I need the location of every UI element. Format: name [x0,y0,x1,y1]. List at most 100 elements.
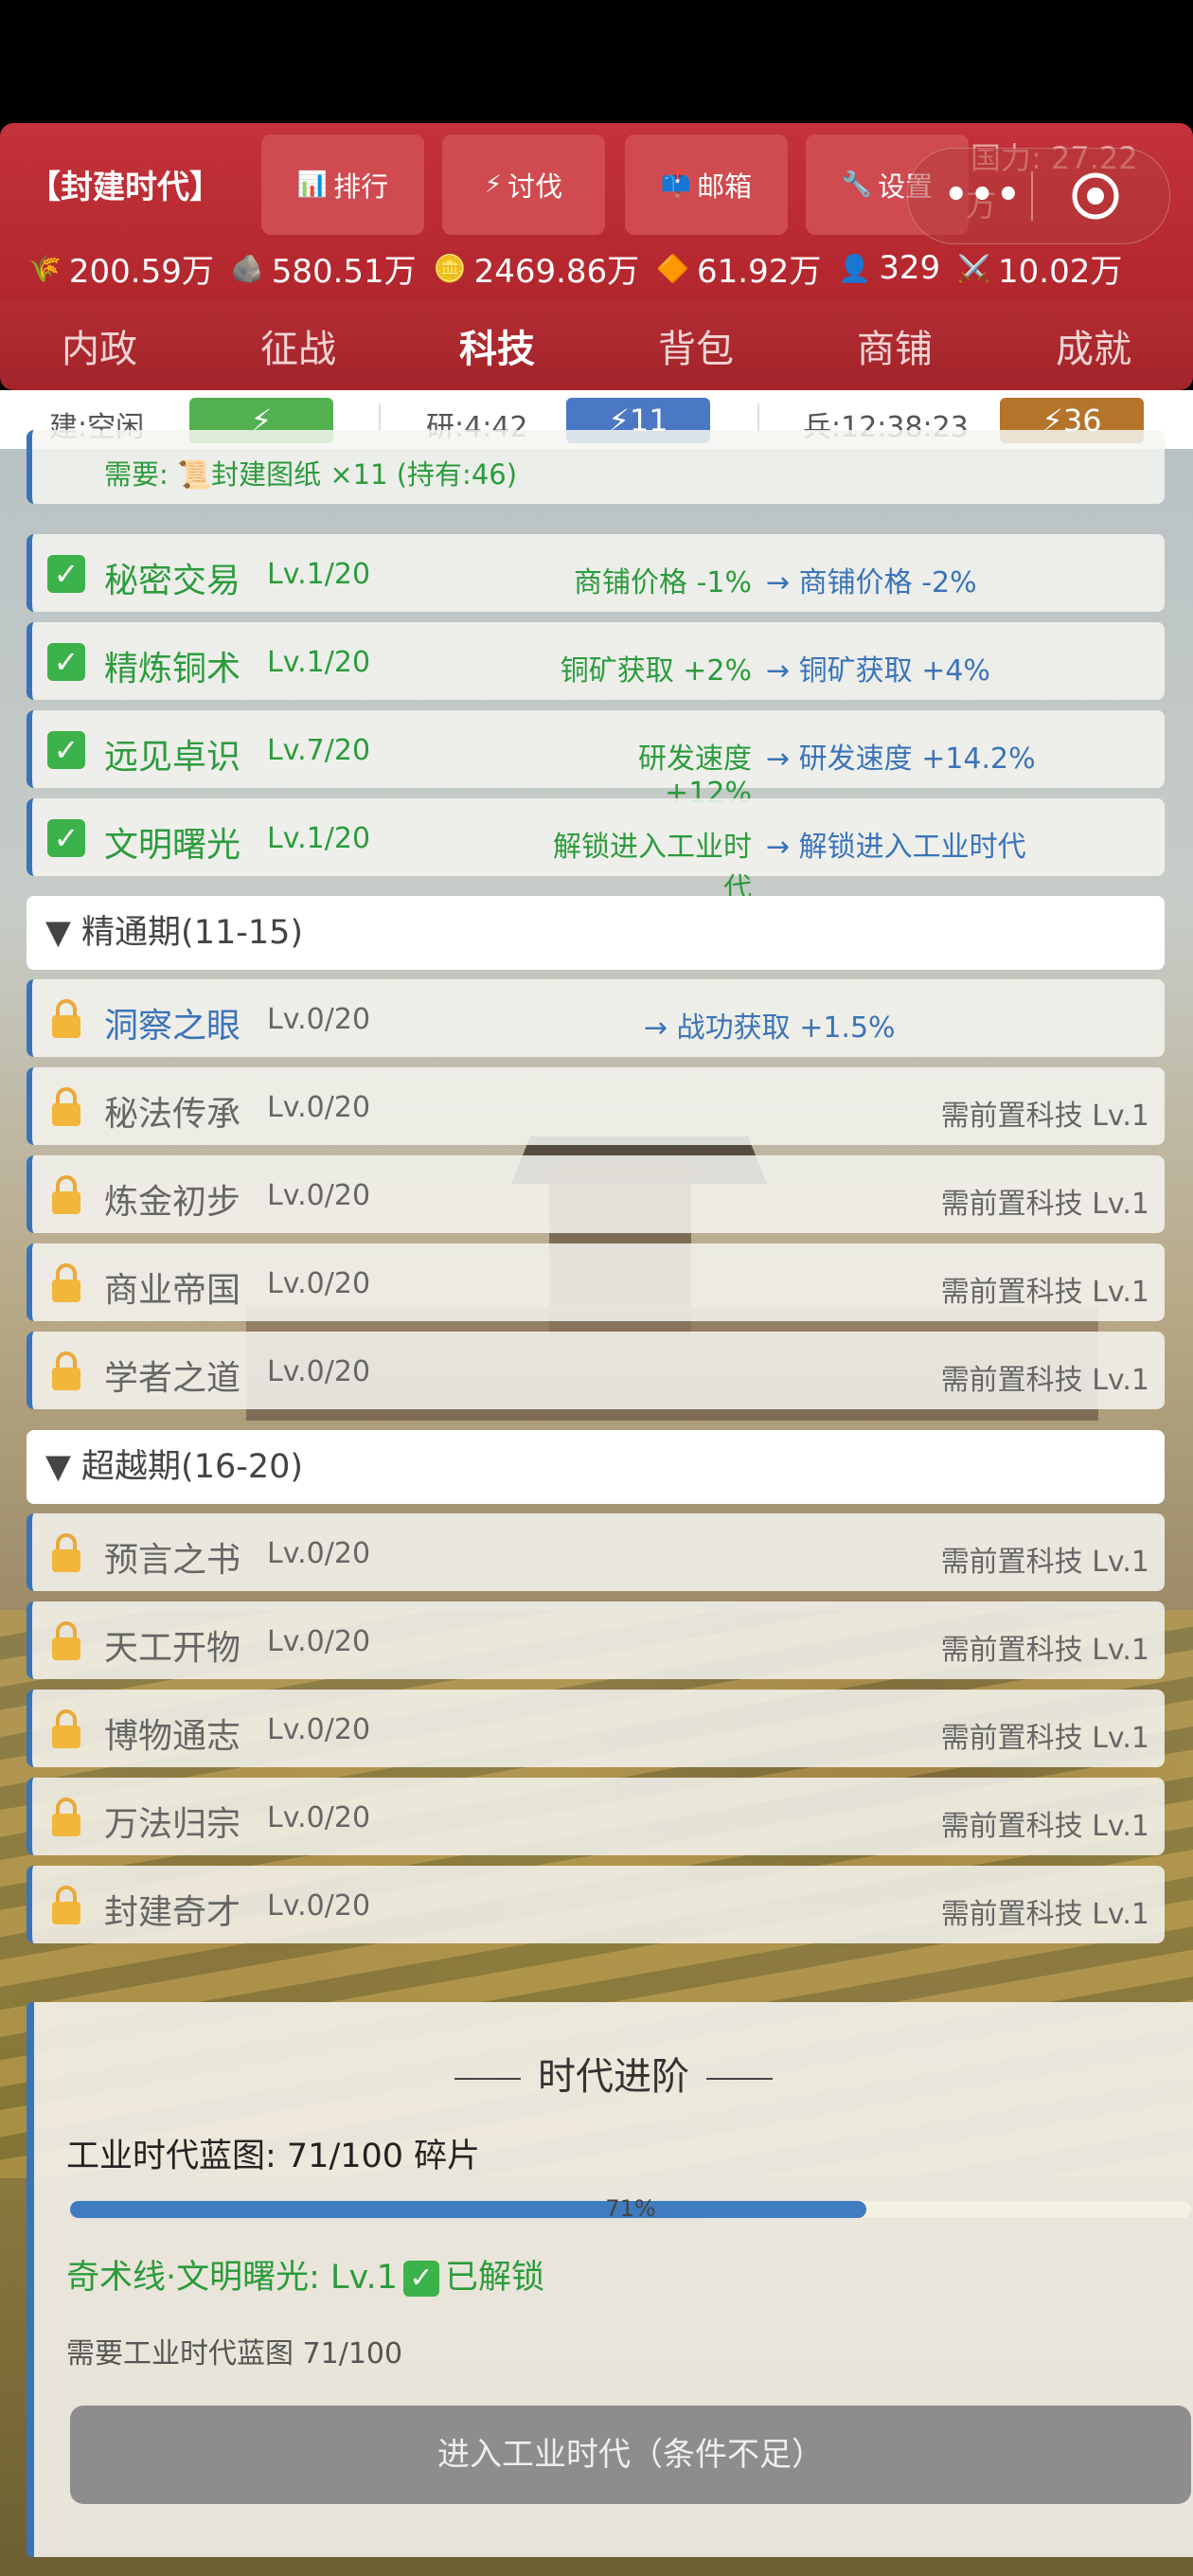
tech-row[interactable]: 预言之书 Lv.0/20 需前置科技 Lv.1 [27,1513,1165,1591]
stone-icon: 🪨 [230,252,264,284]
tech-name: 精炼铜术 [104,650,241,689]
lightning-icon: ⚡ [484,170,503,199]
tech-name: 文明曙光 [104,826,241,865]
ranking-label: 排行 [333,170,389,203]
crusade-button[interactable]: ⚡ 讨伐 [442,134,605,235]
tech-prerequisite: 需前置科技 Lv.1 [940,1188,1149,1221]
section-header-transcend[interactable]: ▼ 超越期(16-20) [27,1430,1165,1504]
stone-value: 580.51万 [271,252,417,291]
ranking-button[interactable]: 📊 排行 [261,134,424,235]
tech-row[interactable]: 学者之道 Lv.0/20 需前置科技 Lv.1 [27,1332,1165,1409]
tech-name: 炼金初步 [104,1183,241,1222]
tab-achievements[interactable]: 成就 [1008,318,1179,373]
tech-next-effect: → 解锁进入工业时代 [766,831,1026,864]
coin-icon: 🪙 [433,252,467,284]
tech-effect: 铜矿获取 +2% [560,654,752,688]
tab-shop[interactable]: 商铺 [810,318,980,373]
resource-grain: 🌾 200.59万 [28,245,214,292]
tech-name: 商业帝国 [104,1271,241,1310]
tech-name: 万法归宗 [104,1805,241,1844]
tech-prerequisite: 需前置科技 Lv.1 [940,1634,1149,1667]
lock-icon [52,1351,80,1390]
title-line-left [454,2078,521,2080]
era-advance-panel: 时代进阶 工业时代蓝图: 71/100 碎片 71% 奇术线·文明曙光: Lv.… [27,2002,1193,2557]
tech-name: 秘密交易 [104,562,241,600]
tech-row[interactable]: ✓ 精炼铜术 Lv.1/20 铜矿获取 +2% → 铜矿获取 +4% [27,622,1165,700]
lock-icon [52,999,80,1038]
mailbox-label: 邮箱 [697,170,753,203]
tech-row[interactable]: 商业帝国 Lv.0/20 需前置科技 Lv.1 [27,1243,1165,1321]
tech-requirement: 需要: 📜封建图纸 ×11 (持有:46) [104,458,518,491]
checkmark-icon: ✓ [402,2261,439,2297]
military-value: 10.02万 [998,252,1123,291]
grain-value: 200.59万 [68,252,214,291]
tech-level: Lv.0/20 [267,1889,371,1923]
lock-icon [52,1175,80,1214]
coin-value: 2469.86万 [473,252,640,291]
blueprint-status: 工业时代蓝图: 71/100 碎片 [66,2138,481,2175]
miniprogram-capsule: ••• [907,148,1170,244]
tech-row[interactable]: 洞察之眼 Lv.0/20 → 战功获取 +1.5% [27,979,1165,1057]
resource-population: 👤 329 [838,249,940,287]
tab-domestic[interactable]: 内政 [14,318,185,373]
tab-technology[interactable]: 科技 [412,318,582,373]
section-header-mastery[interactable]: ▼ 精通期(11-15) [27,896,1165,970]
tech-prerequisite: 需前置科技 Lv.1 [940,1810,1149,1843]
checkmark-icon: ✓ [47,555,85,593]
tech-effect: 商铺价格 -1% [574,566,752,599]
mailbox-button[interactable]: 📫 邮箱 [625,134,788,235]
resource-copper: 🔶 61.92万 [656,245,821,292]
tab-backpack[interactable]: 背包 [611,318,781,373]
tech-row[interactable]: ✓ 文明曙光 Lv.1/20 解锁进入工业时代 → 解锁进入工业时代 [27,798,1165,905]
tech-level: Lv.0/20 [267,1625,371,1658]
tech-level: Lv.7/20 [267,734,371,767]
checkmark-icon: ✓ [47,819,85,857]
tech-prerequisite: 需前置科技 Lv.1 [940,1722,1149,1755]
enter-industrial-era-button[interactable]: 进入工业时代（条件不足） [70,2406,1191,2504]
tech-name: 预言之书 [104,1541,241,1580]
grain-icon: 🌾 [28,252,62,284]
tech-row[interactable]: 封建奇才 Lv.0/20 需前置科技 Lv.1 [27,1866,1165,1943]
tech-effect: 解锁进入工业时代 [553,831,752,905]
era-advance-title-text: 时代进阶 [538,2055,689,2099]
chart-icon: 📊 [296,170,329,199]
population-value: 329 [879,249,941,287]
tech-row[interactable]: 炼金初步 Lv.0/20 需前置科技 Lv.1 [27,1155,1165,1233]
diamond-icon: 🔶 [656,252,690,284]
blueprint-requirement: 需要工业时代蓝图 71/100 [66,2337,403,2370]
tech-row[interactable]: ✓ 秘密交易 Lv.1/20 商铺价格 -1% → 商铺价格 -2% [27,534,1165,612]
lock-icon [52,1886,80,1924]
tech-level: Lv.0/20 [267,1801,371,1834]
tech-next-effect: → 战功获取 +1.5% [644,1011,896,1045]
tab-campaign[interactable]: 征战 [213,318,383,373]
tech-row[interactable]: 天工开物 Lv.0/20 需前置科技 Lv.1 [27,1601,1165,1679]
crusade-label: 讨伐 [507,170,563,203]
tech-level: Lv.0/20 [267,1091,371,1124]
tech-row[interactable]: 秘法传承 Lv.0/20 需前置科技 Lv.1 [27,1067,1165,1145]
tech-name: 封建奇才 [104,1893,241,1932]
lock-icon [52,1087,80,1126]
resource-stone: 🪨 580.51万 [231,245,417,292]
tech-next-effect: → 研发速度 +14.2% [766,742,1036,776]
close-miniprogram-icon[interactable] [1069,170,1122,223]
main-tabs: 内政 征战 科技 背包 商铺 成就 [0,301,1193,390]
tech-next-effect: → 铜矿获取 +4% [766,654,990,688]
blueprint-progress-label: 71% [605,2195,656,2222]
lock-icon [52,1263,80,1302]
tech-level: Lv.0/20 [267,1355,371,1388]
person-icon: 👤 [838,252,872,284]
tech-row-partial[interactable]: 需要: 📜封建图纸 ×11 (持有:46) [27,430,1165,504]
tech-level: Lv.1/20 [267,822,371,855]
tech-row[interactable]: 万法归宗 Lv.0/20 需前置科技 Lv.1 [27,1778,1165,1855]
resource-coin: 🪙 2469.86万 [434,245,639,292]
tech-row[interactable]: ✓ 远见卓识 Lv.7/20 研发速度 +12% → 研发速度 +14.2% [27,710,1165,810]
tech-row[interactable]: 博物通志 Lv.0/20 需前置科技 Lv.1 [27,1690,1165,1767]
tech-prerequisite: 需前置科技 Lv.1 [940,1898,1149,1931]
tech-name: 秘法传承 [104,1095,241,1134]
lock-icon [52,1621,80,1660]
tech-prerequisite: 需前置科技 Lv.1 [940,1364,1149,1397]
tech-level: Lv.0/20 [267,1267,371,1300]
wrench-icon: 🔧 [841,170,873,199]
lock-icon [52,1533,80,1572]
more-menu-icon[interactable]: ••• [944,173,1023,217]
